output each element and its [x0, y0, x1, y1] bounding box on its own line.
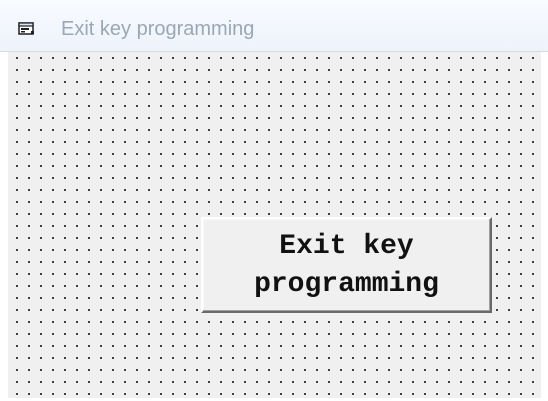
- exit-key-programming-button[interactable]: Exit key programming: [201, 217, 492, 313]
- right-window-edge: [541, 52, 548, 401]
- exit-key-programming-label: Exit key programming: [254, 230, 439, 300]
- form-window: Exit key programming Exit key programmin…: [0, 0, 548, 401]
- window-title: Exit key programming: [61, 18, 255, 40]
- title-bar[interactable]: Exit key programming: [0, 0, 548, 52]
- form-icon: [18, 22, 34, 35]
- left-window-edge: [0, 52, 8, 401]
